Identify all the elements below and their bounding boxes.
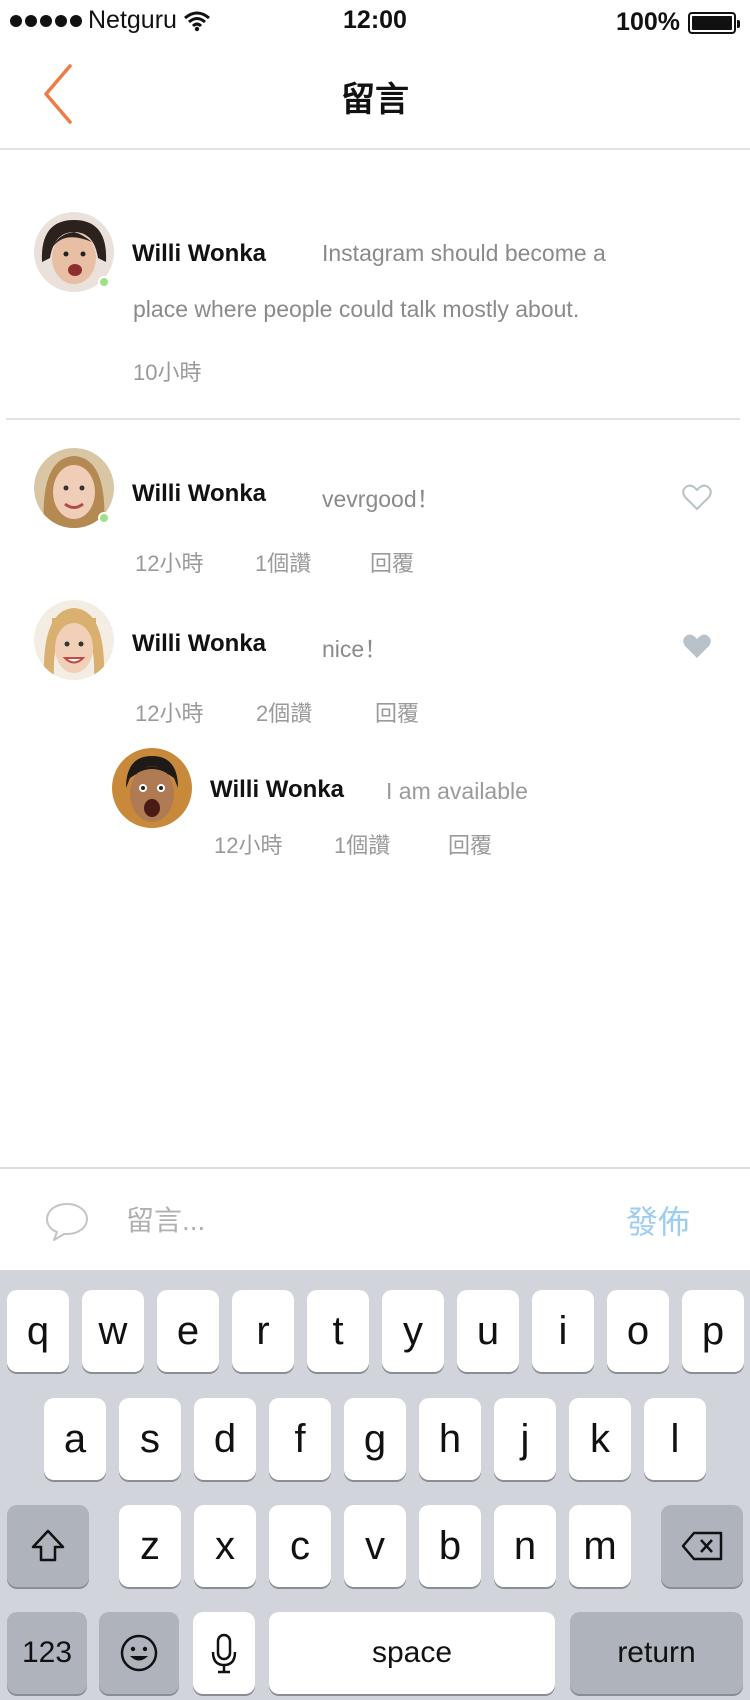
- key-z[interactable]: z: [119, 1505, 181, 1587]
- reply-likes[interactable]: 1個讚: [334, 828, 390, 860]
- key-b[interactable]: b: [419, 1505, 481, 1587]
- nav-bar: 留言: [0, 40, 750, 150]
- status-bar: Netguru 12:00 100%: [0, 0, 750, 40]
- avatar[interactable]: [112, 748, 192, 828]
- reply-text: I am available: [386, 778, 528, 804]
- comment-input[interactable]: [126, 1199, 566, 1243]
- return-key[interactable]: return: [570, 1612, 743, 1694]
- key-g[interactable]: g: [344, 1398, 406, 1480]
- shift-key[interactable]: [7, 1505, 89, 1587]
- page-title: 留言: [341, 81, 409, 119]
- key-l[interactable]: l: [644, 1398, 706, 1480]
- key-e[interactable]: e: [157, 1290, 219, 1372]
- comment-likes[interactable]: 1個讚: [255, 546, 311, 578]
- reply-author[interactable]: Willi Wonka: [210, 776, 344, 804]
- numbers-key[interactable]: 123: [7, 1612, 87, 1694]
- battery-percent: 100%: [616, 8, 680, 36]
- key-w[interactable]: w: [82, 1290, 144, 1372]
- keyboard: qwertyuiop asdfghjkl zxcvbnm 123 space r…: [0, 1270, 750, 1700]
- key-d[interactable]: d: [194, 1398, 256, 1480]
- key-t[interactable]: t: [307, 1290, 369, 1372]
- key-j[interactable]: j: [494, 1398, 556, 1480]
- key-y[interactable]: y: [382, 1290, 444, 1372]
- avatar[interactable]: [34, 600, 114, 680]
- key-u[interactable]: u: [457, 1290, 519, 1372]
- divider: [6, 418, 740, 420]
- comment-text: vevrgood！: [322, 486, 440, 512]
- microphone-key[interactable]: [193, 1612, 255, 1694]
- comment-item: Willi Wonka vevrgood！ 12小時 1個讚 回覆: [0, 440, 750, 580]
- key-k[interactable]: k: [569, 1398, 631, 1480]
- heart-outline-icon[interactable]: [682, 483, 712, 511]
- key-f[interactable]: f: [269, 1398, 331, 1480]
- online-indicator: [98, 512, 110, 524]
- comment-bubble-icon: [46, 1203, 88, 1241]
- post-text-line1: Instagram should become a: [322, 240, 606, 266]
- comment-input-bar: 發佈: [0, 1167, 750, 1270]
- comment-item: Willi Wonka nice！ 12小時 2個讚 回覆: [0, 592, 750, 732]
- space-key[interactable]: space: [269, 1612, 555, 1694]
- comment-author[interactable]: Willi Wonka: [132, 630, 266, 658]
- post-button[interactable]: 發佈: [626, 1197, 690, 1243]
- comment-author[interactable]: Willi Wonka: [132, 480, 266, 508]
- key-a[interactable]: a: [44, 1398, 106, 1480]
- key-q[interactable]: q: [7, 1290, 69, 1372]
- post-author[interactable]: Willi Wonka: [132, 240, 266, 268]
- post-text-line2: place where people could talk mostly abo…: [133, 296, 580, 322]
- online-indicator: [98, 276, 110, 288]
- key-m[interactable]: m: [569, 1505, 631, 1587]
- shift-icon: [31, 1529, 65, 1562]
- battery: 100%: [616, 8, 740, 37]
- comment-time: 12小時: [135, 551, 204, 576]
- key-v[interactable]: v: [344, 1505, 406, 1587]
- reply-link[interactable]: 回覆: [448, 828, 492, 860]
- key-r[interactable]: r: [232, 1290, 294, 1372]
- key-i[interactable]: i: [532, 1290, 594, 1372]
- delete-key[interactable]: [661, 1505, 743, 1587]
- reply-link[interactable]: 回覆: [370, 546, 414, 578]
- key-p[interactable]: p: [682, 1290, 744, 1372]
- key-x[interactable]: x: [194, 1505, 256, 1587]
- reply-time: 12小時: [214, 833, 283, 858]
- battery-icon: [688, 11, 740, 34]
- reply-link[interactable]: 回覆: [375, 696, 419, 728]
- reply-item: Willi Wonka I am available 12小時 1個讚 回覆: [0, 742, 750, 862]
- key-c[interactable]: c: [269, 1505, 331, 1587]
- key-s[interactable]: s: [119, 1398, 181, 1480]
- post: Willi Wonka Instagram should become a pl…: [0, 150, 750, 420]
- comment-likes[interactable]: 2個讚: [256, 696, 312, 728]
- emoji-key[interactable]: [99, 1612, 179, 1694]
- heart-filled-icon[interactable]: [682, 632, 712, 660]
- key-n[interactable]: n: [494, 1505, 556, 1587]
- backspace-icon: [681, 1531, 723, 1561]
- comment-text: nice！: [322, 636, 388, 662]
- key-o[interactable]: o: [607, 1290, 669, 1372]
- post-time: 10小時: [133, 360, 202, 385]
- emoji-icon: [120, 1634, 158, 1672]
- microphone-icon: [211, 1633, 237, 1674]
- comment-time: 12小時: [135, 701, 204, 726]
- key-h[interactable]: h: [419, 1398, 481, 1480]
